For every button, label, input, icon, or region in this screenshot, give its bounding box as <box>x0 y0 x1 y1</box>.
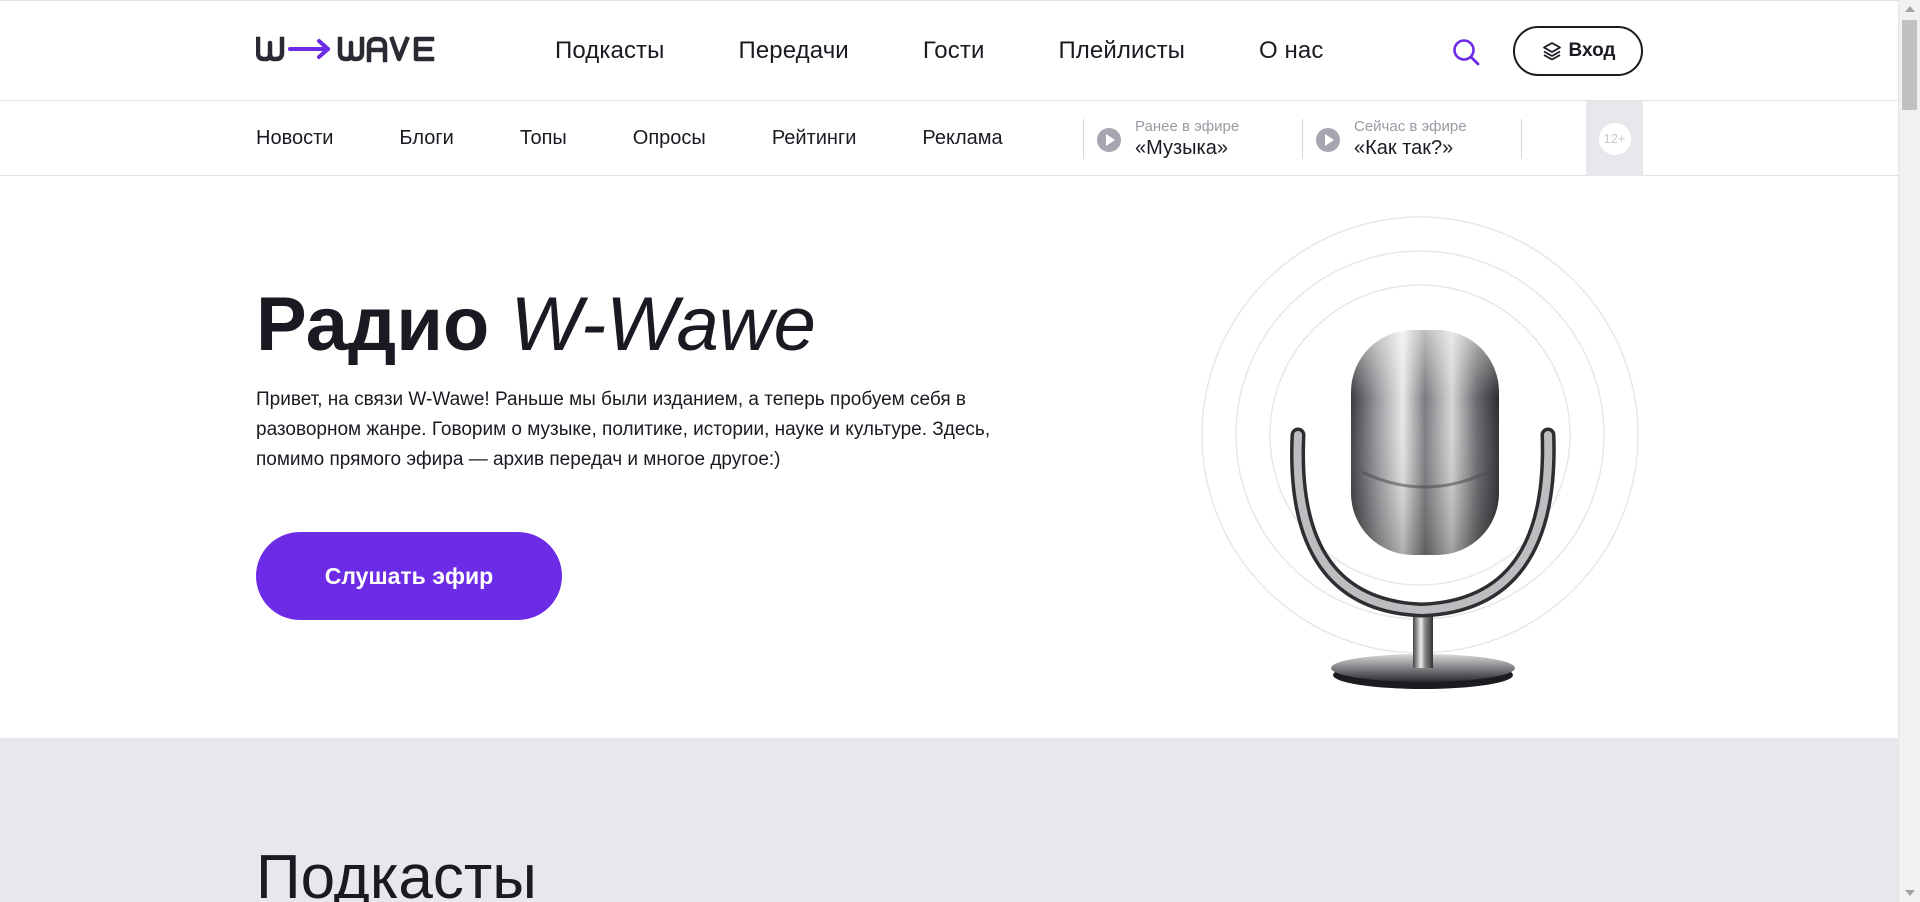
nav-guests[interactable]: Гости <box>923 37 985 65</box>
microphone-image <box>1201 216 1639 689</box>
scroll-down-arrow-icon[interactable] <box>1905 890 1915 896</box>
login-button[interactable]: Вход <box>1513 26 1643 76</box>
scroll-up-arrow-icon[interactable] <box>1905 6 1915 12</box>
login-label: Вход <box>1568 40 1616 61</box>
link-news[interactable]: Новости <box>256 127 333 150</box>
hero-description: Привет, на связи W-Wawe! Раньше мы были … <box>256 389 991 470</box>
link-polls[interactable]: Опросы <box>633 127 706 150</box>
divider <box>1083 119 1084 159</box>
scrollbar-thumb[interactable] <box>1902 20 1917 110</box>
podcasts-section: Подкасты <box>0 738 1898 902</box>
link-blogs[interactable]: Блоги <box>399 127 453 150</box>
current-title: «Как так?» <box>1354 137 1454 159</box>
nav-podcasts[interactable]: Подкасты <box>555 37 665 65</box>
previous-caption: Ранее в эфире <box>1135 118 1240 135</box>
link-ads[interactable]: Реклама <box>922 127 1002 150</box>
hero-title: Радио W-Wawe <box>256 280 816 370</box>
vertical-scrollbar[interactable] <box>1898 0 1920 902</box>
age-rating-box: 12+ <box>1586 101 1643 176</box>
current-caption: Сейчас в эфире <box>1354 118 1467 135</box>
previous-title: «Музыка» <box>1135 137 1228 159</box>
nav-about[interactable]: О нас <box>1259 37 1323 65</box>
link-tops[interactable]: Топы <box>520 127 567 150</box>
nav-shows[interactable]: Передачи <box>739 37 849 65</box>
layers-icon <box>1542 42 1561 61</box>
secondary-links: Новости Блоги Топы Опросы Рейтинги Рекла… <box>256 101 1003 175</box>
podcasts-heading: Подкасты <box>256 843 537 902</box>
age-rating-badge: 12+ <box>1598 122 1631 155</box>
page: Подкасты Передачи Гости Плейлисты О нас … <box>0 0 1898 902</box>
play-icon[interactable] <box>1316 128 1340 152</box>
search-icon[interactable] <box>1451 37 1481 67</box>
link-ratings[interactable]: Рейтинги <box>772 127 857 150</box>
listen-live-button[interactable]: Слушать эфир <box>256 532 562 620</box>
header: Подкасты Передачи Гости Плейлисты О нас … <box>0 0 1898 101</box>
hero-title-italic: W-Wawe <box>510 282 816 367</box>
divider <box>1521 119 1522 159</box>
logo[interactable] <box>256 35 456 63</box>
main-nav: Подкасты Передачи Гости Плейлисты О нас <box>555 1 1323 101</box>
nav-playlists[interactable]: Плейлисты <box>1058 37 1185 65</box>
hero-title-bold: Радио <box>256 282 490 367</box>
divider <box>1302 119 1303 159</box>
play-icon[interactable] <box>1097 128 1121 152</box>
